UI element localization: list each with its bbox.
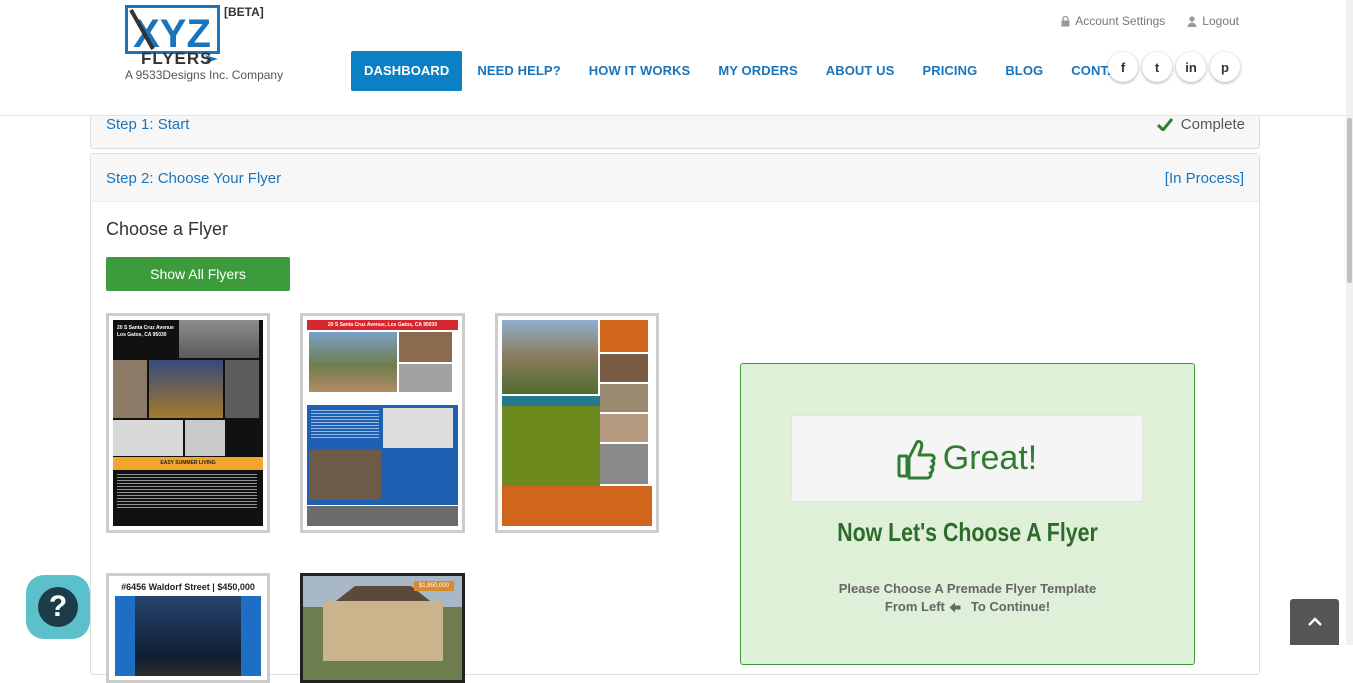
- great-text: Great!: [942, 439, 1038, 477]
- flyer-5-preview: $1,950,000: [303, 576, 462, 680]
- scrollbar-thumb[interactable]: [1347, 118, 1352, 283]
- flyer-3-photo-d: [600, 414, 648, 442]
- flyer-2-photo-e: [309, 450, 381, 500]
- thumbs-up-icon: [897, 439, 936, 479]
- twitter-icon[interactable]: t: [1142, 52, 1172, 82]
- linkedin-icon[interactable]: in: [1176, 52, 1206, 82]
- nav-pricing[interactable]: PRICING: [909, 51, 990, 91]
- great-banner: Great!: [791, 415, 1143, 502]
- nav-dashboard[interactable]: DASHBOARD: [351, 51, 463, 91]
- flyer-2-body-text: [311, 410, 379, 440]
- facebook-icon[interactable]: f: [1108, 52, 1138, 82]
- flyer-5-price: $1,950,000: [413, 581, 454, 591]
- scroll-to-top-button[interactable]: [1290, 599, 1339, 645]
- instructions-from-left: From Left: [884, 599, 945, 614]
- main-nav: DASHBOARD NEED HELP? HOW IT WORKS MY ORD…: [351, 51, 1150, 91]
- top-links: Account Settings Logout: [1061, 14, 1239, 28]
- logout-label: Logout: [1202, 14, 1239, 28]
- flyer-2-preview: 20 S Santa Cruz Avenue, Los Gatos, CA 95…: [307, 320, 458, 526]
- step2-header[interactable]: Step 2: Choose Your Flyer [In Process]: [91, 154, 1259, 202]
- flyer-3-photo-e: [600, 444, 648, 484]
- user-icon: [1187, 15, 1197, 27]
- choose-flyer-heading: Choose a Flyer: [106, 219, 229, 239]
- site-logo[interactable]: XYZ [BETA] FLYERS A 9533Designs Inc. Com…: [125, 5, 295, 85]
- nav-about-us[interactable]: ABOUT US: [813, 51, 908, 91]
- nav-need-help[interactable]: NEED HELP?: [464, 51, 573, 91]
- flyer-3-footer: [502, 486, 652, 526]
- flyer-1-photo-a: [179, 320, 259, 358]
- instructions-line-2: From Left To Continue!: [741, 598, 1194, 616]
- flyer-2-photo-b: [399, 332, 452, 362]
- great-callout: Great! Now Let's Choose A Flyer Please C…: [740, 363, 1195, 665]
- site-header: XYZ [BETA] FLYERS A 9533Designs Inc. Com…: [0, 0, 1353, 116]
- flyer-4-address: #6456 Waldorf Street | $450,000: [121, 582, 255, 592]
- pinterest-icon[interactable]: p: [1210, 52, 1240, 82]
- logo-flyers-text: FLYERS: [141, 49, 213, 68]
- flyer-thumbnail-3[interactable]: [495, 313, 659, 533]
- flyer-3-photo-a: [502, 320, 598, 394]
- flyer-3-photo-b: [600, 354, 648, 382]
- flyer-thumbnail-1[interactable]: 20 S Santa Cruz Avenue Los Gatos, CA 950…: [106, 313, 270, 533]
- flyer-2-photo-d: [383, 408, 453, 448]
- instructions-to-continue: To Continue!: [970, 599, 1051, 614]
- flyer-4-preview: #6456 Waldorf Street | $450,000: [113, 580, 263, 676]
- lock-icon: [1061, 15, 1070, 26]
- flyer-thumbnail-5[interactable]: $1,950,000: [300, 573, 465, 683]
- nav-how-it-works[interactable]: HOW IT WORKS: [576, 51, 704, 91]
- step1-status-label: Complete: [1180, 116, 1245, 133]
- flyer-5-house: [323, 601, 443, 661]
- flyer-1-photo-b: [113, 360, 147, 418]
- help-chat-button[interactable]: ?: [26, 575, 90, 639]
- question-mark-icon: ?: [38, 587, 78, 627]
- step2-title[interactable]: Step 2: Choose Your Flyer: [106, 170, 281, 187]
- account-settings-link[interactable]: Account Settings: [1061, 14, 1165, 28]
- flyer-4-blue-left: [115, 596, 135, 676]
- flyer-3-specs: [600, 320, 648, 352]
- beta-badge: [BETA]: [224, 5, 264, 19]
- flyer-1-photo-c: [149, 360, 223, 418]
- chevron-up-icon: [1307, 617, 1322, 626]
- flyer-2-footer: [307, 506, 458, 526]
- step2-status: [In Process]: [1164, 170, 1244, 187]
- arrow-left-icon: [949, 602, 961, 612]
- logo-subtitle: A 9533Designs Inc. Company: [125, 68, 284, 82]
- flyer-3-photo-c: [600, 384, 648, 412]
- flyer-thumbnail-2[interactable]: 20 S Santa Cruz Avenue, Los Gatos, CA 95…: [300, 313, 465, 533]
- flyer-1-photo-f: [185, 420, 225, 456]
- nav-blog[interactable]: BLOG: [992, 51, 1056, 91]
- checkmark-icon: [1156, 118, 1173, 131]
- instructions-line-1: Please Choose A Premade Flyer Template: [838, 581, 1097, 596]
- flyer-3-preview: [502, 320, 652, 526]
- flyer-1-photo-d: [225, 360, 259, 418]
- flyer-1-preview: 20 S Santa Cruz Avenue Los Gatos, CA 950…: [113, 320, 263, 526]
- flyer-2-address: 20 S Santa Cruz Avenue, Los Gatos, CA 95…: [307, 320, 458, 330]
- flyer-thumbnail-4[interactable]: #6456 Waldorf Street | $450,000: [106, 573, 270, 683]
- flyer-2-photo-c: [399, 364, 452, 392]
- lets-choose-heading: Now Let's Choose A Flyer: [837, 517, 1098, 547]
- step1-title[interactable]: Step 1: Start: [106, 116, 189, 133]
- flyer-2-photo-a: [309, 332, 397, 392]
- flyer-1-body-text: [117, 474, 257, 510]
- logout-link[interactable]: Logout: [1187, 14, 1239, 28]
- flyer-3-address: [502, 396, 600, 406]
- flyer-1-band: EASY SUMMER LIVING: [113, 457, 263, 470]
- instructions: Please Choose A Premade Flyer Template F…: [741, 580, 1194, 616]
- step1-status: Complete: [1156, 116, 1245, 133]
- nav-my-orders[interactable]: MY ORDERS: [705, 51, 810, 91]
- show-all-flyers-button[interactable]: Show All Flyers: [106, 257, 290, 291]
- flyer-4-blue-right: [241, 596, 261, 676]
- flyer-3-description: [502, 406, 600, 486]
- social-links: f t in p: [1108, 52, 1240, 82]
- account-settings-label: Account Settings: [1075, 14, 1166, 28]
- flyer-1-address: 20 S Santa Cruz Avenue Los Gatos, CA 950…: [117, 325, 174, 338]
- flyer-4-photo: [135, 596, 241, 676]
- flyer-1-photo-e: [113, 420, 183, 456]
- page-scrollbar[interactable]: [1346, 0, 1353, 645]
